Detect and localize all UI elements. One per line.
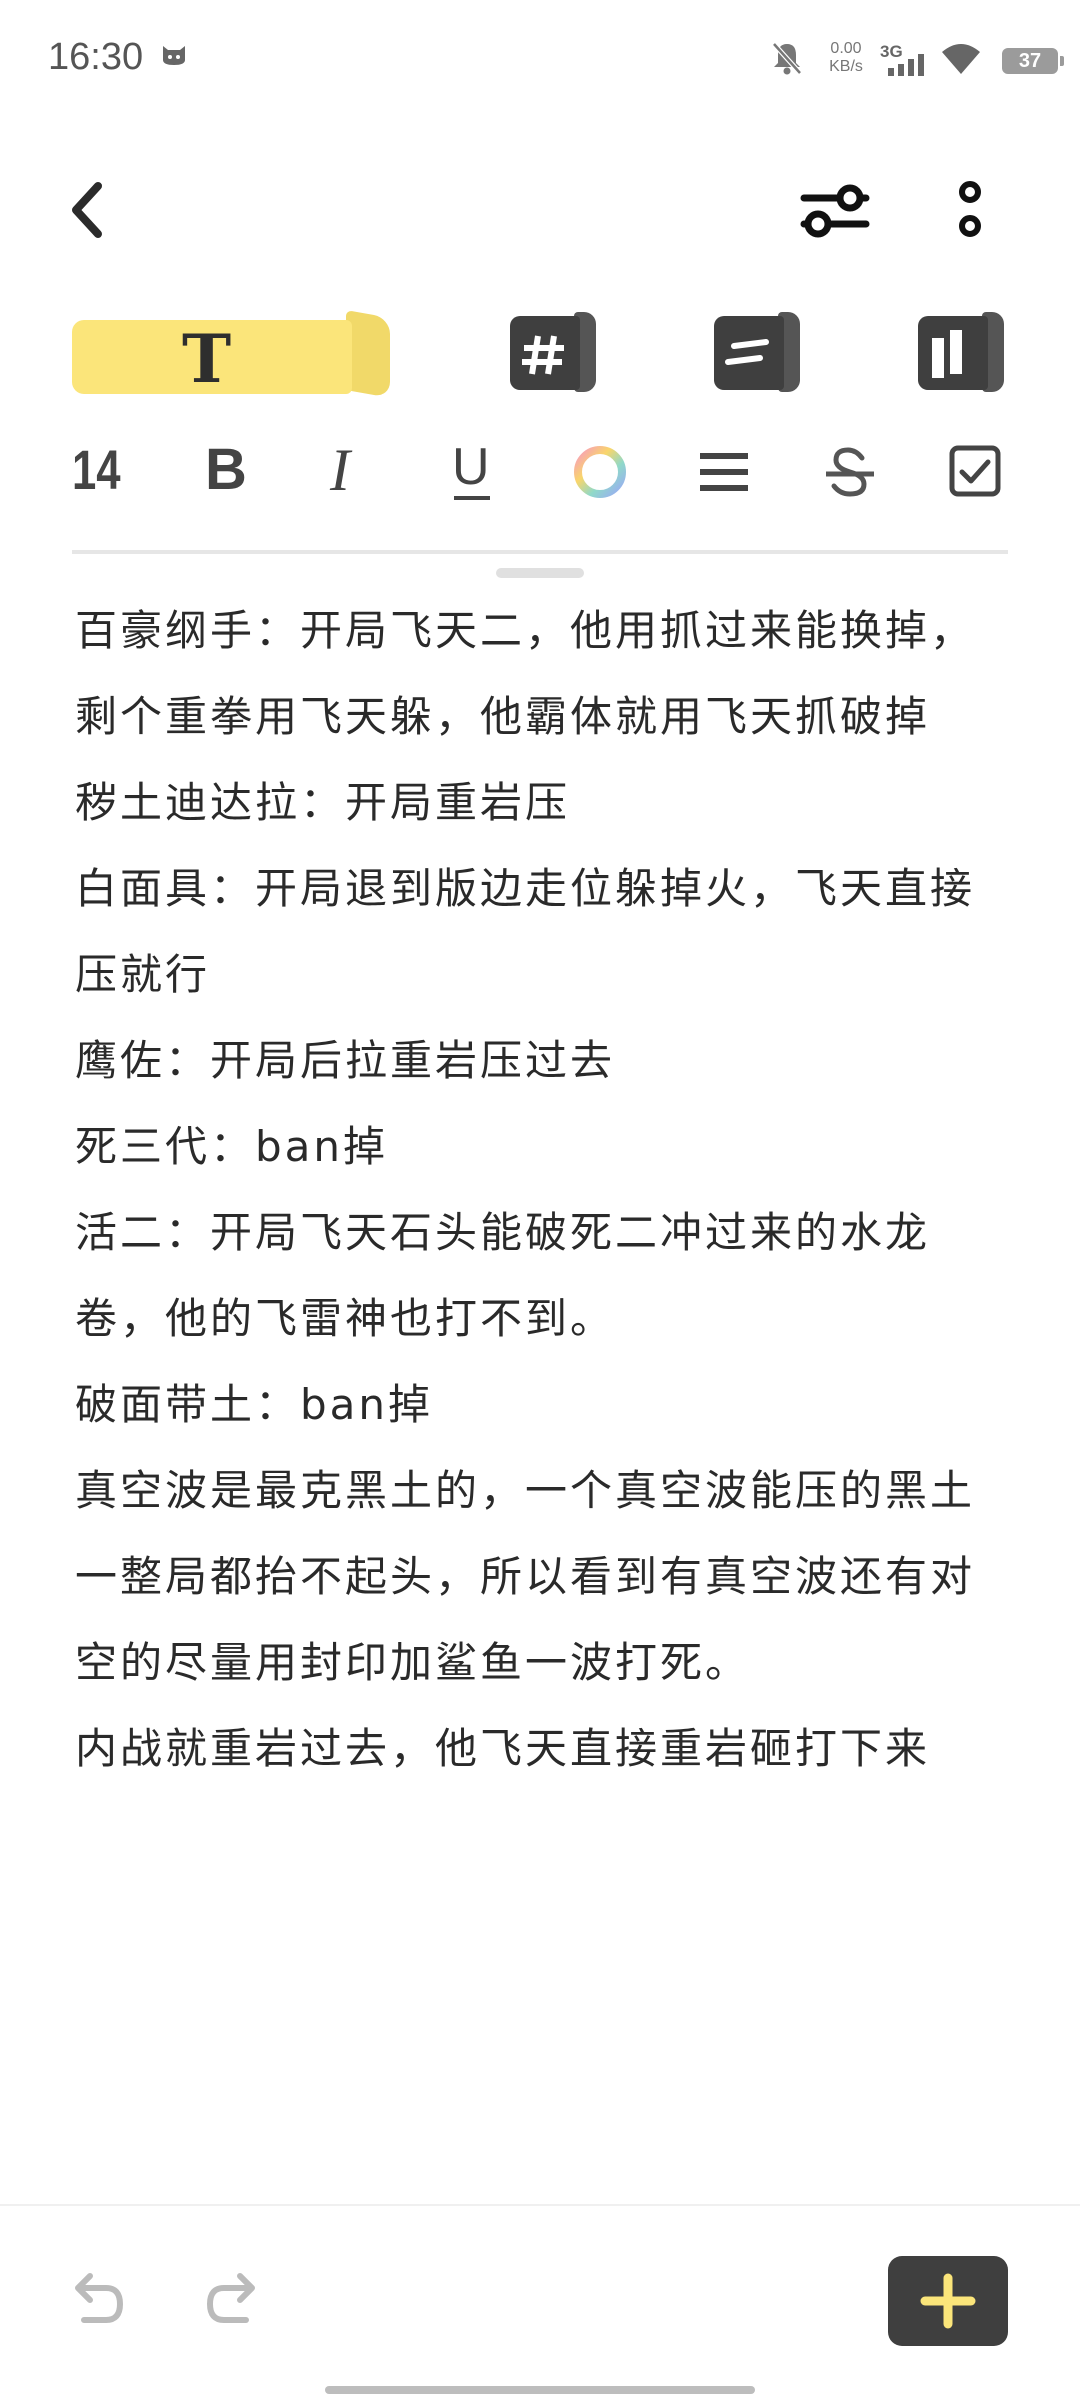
sliders-icon [800, 184, 870, 238]
mute-bell-icon [770, 40, 804, 80]
undo-icon [75, 2273, 124, 2323]
checklist-button[interactable] [944, 430, 1024, 510]
net-speed-value: 0.00 [830, 40, 862, 57]
layout-mode-button[interactable] [918, 310, 1006, 396]
checkbox-icon [949, 445, 1001, 497]
note-paragraph: 活二：开局飞天石头能破死二冲过来的水龙卷，他的飞雷神也打不到。 [75, 1208, 931, 1343]
italic-button[interactable]: I [330, 430, 410, 510]
format-toolbar: 14 B I U [0, 430, 1080, 520]
list-mode-button[interactable] [714, 310, 802, 396]
text-color-button[interactable] [570, 430, 650, 510]
note-paragraph: 鹰佐：开局后拉重岩压过去 [75, 1036, 616, 1085]
hashtag-icon [522, 335, 564, 375]
add-button[interactable] [888, 2256, 1008, 2346]
note-paragraph: 秽土迪达拉：开局重岩压 [75, 778, 571, 827]
plus-icon [920, 2273, 976, 2329]
strikethrough-button[interactable] [820, 430, 900, 510]
top-bar [0, 160, 1080, 250]
text-mode-label: T [182, 320, 232, 398]
status-time: 16:30 [48, 36, 144, 78]
network-speed: 0.00 KB/s [818, 40, 874, 76]
app-notification-icon [160, 44, 188, 70]
list-block-icon [725, 339, 769, 365]
battery-indicator: 37 [1002, 48, 1064, 74]
bold-button[interactable]: B [205, 430, 285, 510]
undo-button[interactable] [66, 2268, 128, 2330]
status-bar: 16:30 0.00 KB/s 3G 37 [0, 0, 1080, 120]
underline-label: U [452, 438, 490, 496]
redo-button[interactable] [202, 2268, 264, 2330]
text-mode-button[interactable]: T [72, 310, 392, 398]
color-wheel-icon [574, 446, 626, 498]
more-vertical-icon [959, 181, 981, 237]
note-paragraph: 百豪纲手：开局飞天二，他用抓过来能换掉，剩个重拳用飞天躲，他霸体就用飞天抓破掉 [75, 606, 976, 741]
bottom-divider [0, 2204, 1080, 2206]
more-options-button[interactable] [940, 170, 1000, 250]
home-indicator[interactable] [325, 2386, 755, 2394]
note-paragraph: 破面带土：ban掉 [75, 1380, 434, 1429]
back-button[interactable] [60, 172, 120, 242]
drag-handle[interactable] [496, 568, 584, 578]
note-paragraph: 真空波是最克黑土的，一个真空波能压的黑土一整局都抬不起头，所以看到有真空波还有对… [75, 1466, 976, 1687]
strikethrough-icon [826, 447, 874, 497]
note-paragraph: 内战就重岩过去，他飞天直接重岩砸打下来 [75, 1724, 931, 1773]
filter-button[interactable] [796, 170, 876, 250]
underline-button[interactable]: U [452, 430, 532, 510]
font-size-button[interactable]: 14 [72, 430, 134, 510]
align-icon [700, 453, 748, 491]
redo-icon [206, 2273, 255, 2323]
net-speed-unit: KB/s [829, 58, 863, 75]
note-body[interactable]: 百豪纲手：开局飞天二，他用抓过来能换掉，剩个重拳用飞天躲，他霸体就用飞天抓破掉 … [75, 588, 1015, 1792]
tag-mode-button[interactable] [510, 310, 598, 396]
chevron-left-icon [72, 182, 102, 238]
note-paragraph: 死三代：ban掉 [75, 1122, 389, 1171]
wifi-icon [940, 42, 982, 80]
toolbar-divider [72, 550, 1008, 554]
align-button[interactable] [694, 430, 774, 510]
note-paragraph: 白面具：开局退到版边走位躲掉火，飞天直接压就行 [75, 864, 976, 999]
mode-toolbar: T [0, 310, 1080, 400]
columns-icon [932, 330, 962, 378]
